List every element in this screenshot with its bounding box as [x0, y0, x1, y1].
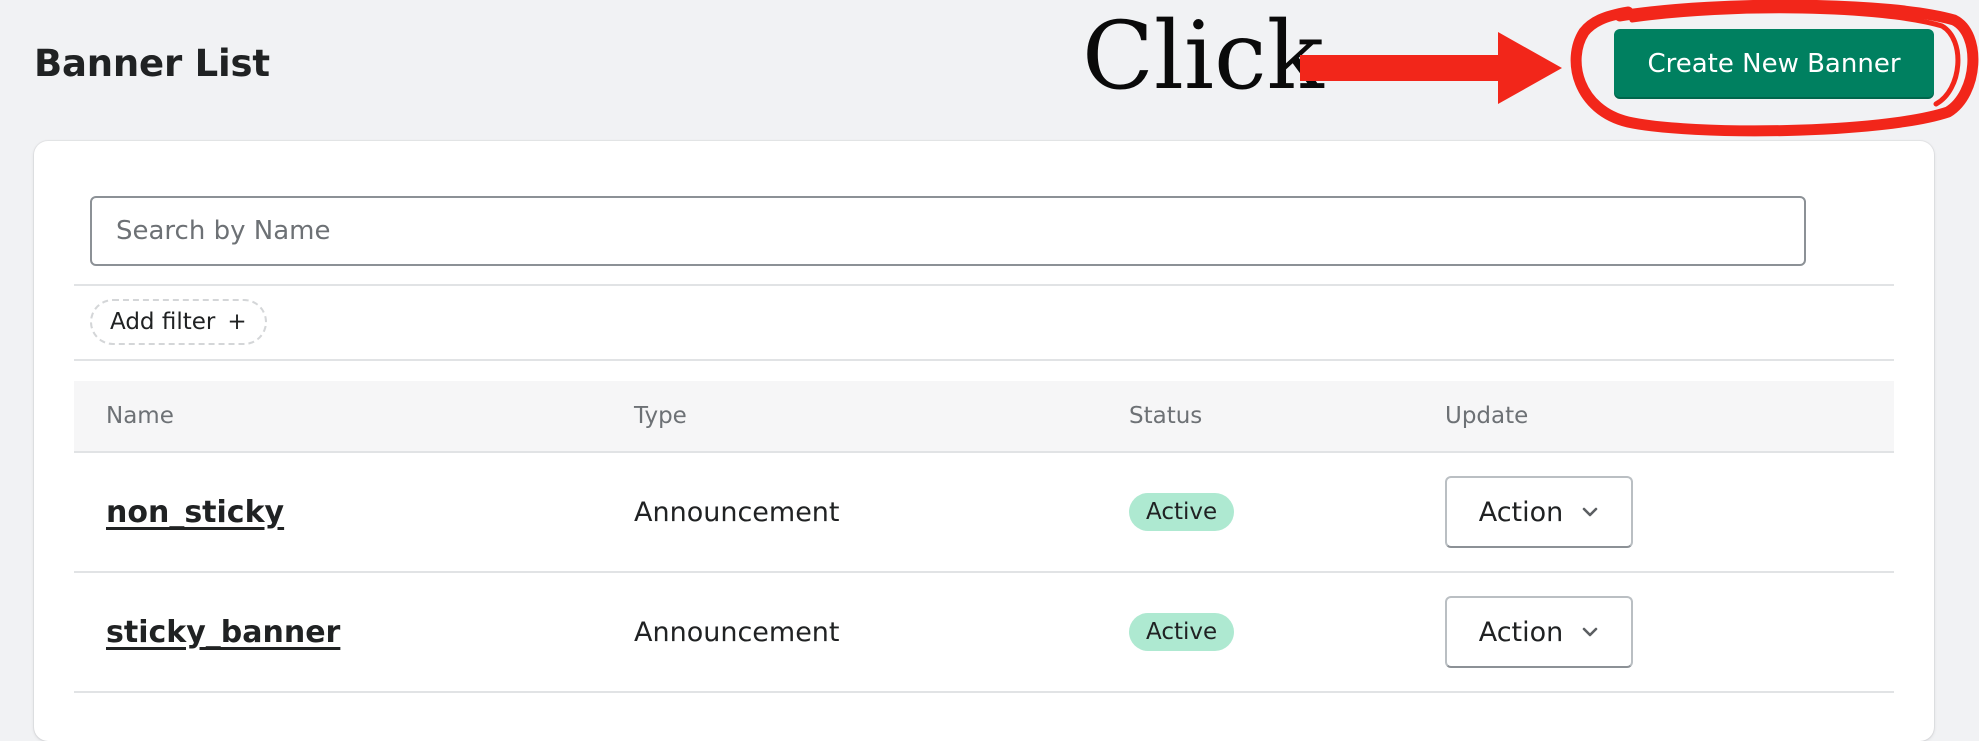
action-label: Action	[1478, 496, 1564, 528]
add-filter-button[interactable]: Add filter +	[90, 299, 267, 345]
status-badge: Active	[1129, 613, 1235, 651]
table-row: sticky_banner Announcement Active Action	[74, 573, 1894, 693]
chevron-down-icon	[1582, 627, 1598, 637]
annotation-click-label: Click	[1082, 2, 1324, 111]
annotation-arrow	[1300, 32, 1562, 104]
column-header-update: Update	[1445, 403, 1529, 429]
page-title: Banner List	[34, 42, 270, 85]
banner-name-link[interactable]: non_sticky	[106, 495, 284, 530]
action-label: Action	[1478, 616, 1564, 648]
status-badge: Active	[1129, 493, 1235, 531]
search-placeholder: Search by Name	[116, 216, 331, 246]
create-new-banner-button[interactable]: Create New Banner	[1614, 29, 1934, 99]
banner-type: Announcement	[634, 496, 840, 528]
plus-icon: +	[227, 309, 247, 335]
banner-list-card: Search by Name Add filter + Name Type St…	[34, 141, 1934, 741]
action-dropdown-button[interactable]: Action	[1445, 596, 1633, 668]
chevron-down-icon	[1582, 507, 1598, 517]
action-dropdown-button[interactable]: Action	[1445, 476, 1633, 548]
column-header-type[interactable]: Type	[634, 381, 687, 451]
banner-name-link[interactable]: sticky_banner	[106, 615, 340, 650]
divider	[74, 284, 1894, 286]
divider	[74, 359, 1894, 361]
column-header-name[interactable]: Name	[106, 381, 174, 451]
banner-type: Announcement	[634, 616, 840, 648]
search-input[interactable]: Search by Name	[90, 196, 1806, 266]
table-row: non_sticky Announcement Active Action	[74, 453, 1894, 573]
table-header: Name Type Status Update	[74, 381, 1894, 453]
column-header-status[interactable]: Status	[1129, 381, 1202, 451]
add-filter-label: Add filter	[110, 309, 216, 335]
